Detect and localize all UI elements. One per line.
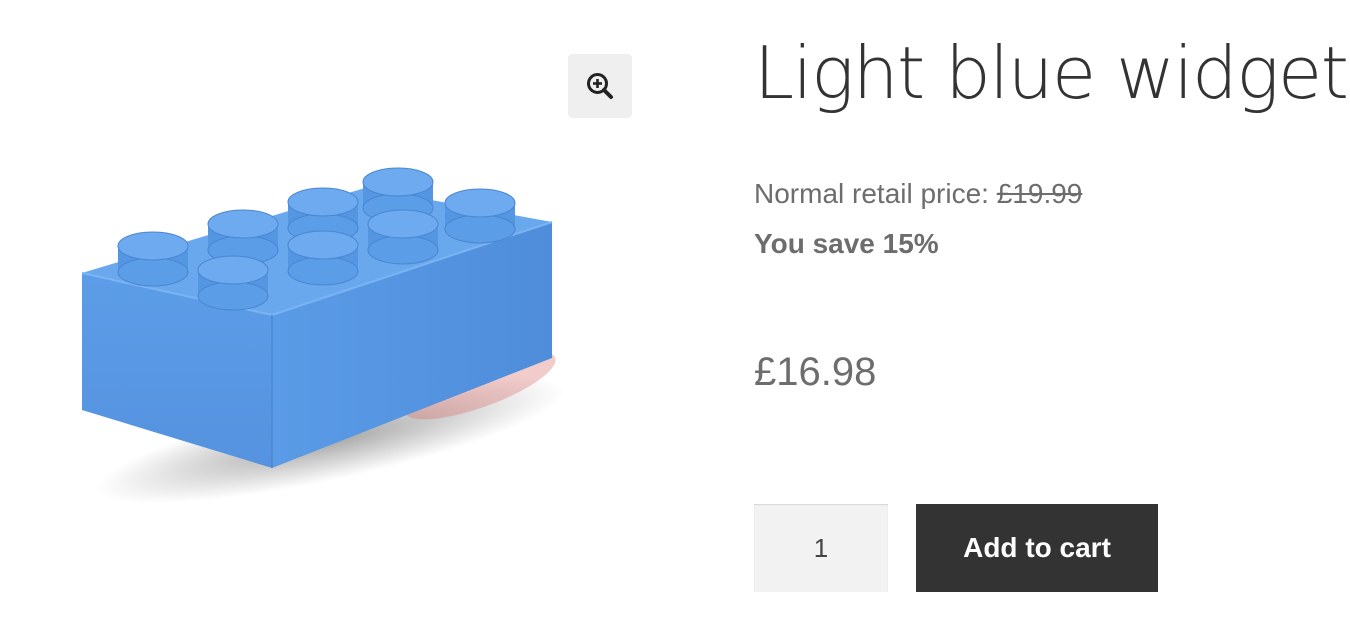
product-page: Light blue widget Normal retail price: £… [0, 0, 1350, 644]
quantity-input[interactable] [754, 504, 888, 592]
zoom-in-icon [587, 73, 613, 99]
product-gallery [0, 0, 650, 644]
add-to-cart-form: Add to cart [754, 504, 1158, 592]
savings-text: You save 15% [754, 228, 939, 259]
zoom-button[interactable] [568, 54, 632, 118]
product-image[interactable] [40, 110, 600, 530]
retail-price-line: Normal retail price: £19.99 [754, 178, 1082, 210]
retail-price-value: £19.99 [996, 178, 1083, 209]
sale-price: £16.98 [754, 350, 877, 394]
retail-price-label: Normal retail price: [754, 178, 997, 209]
add-to-cart-button[interactable]: Add to cart [916, 504, 1158, 592]
product-title: Light blue widget [754, 31, 1349, 115]
